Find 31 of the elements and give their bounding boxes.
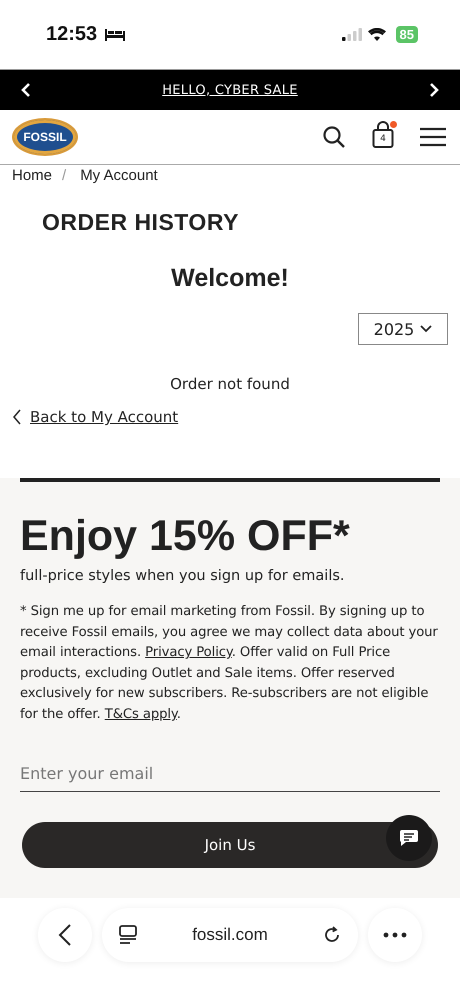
address-bar[interactable]: fossil.com <box>102 908 358 962</box>
url-text: fossil.com <box>192 925 268 945</box>
email-field[interactable]: Enter your email <box>20 758 440 792</box>
promo-link[interactable]: HELLO, CYBER SALE <box>162 82 298 98</box>
welcome-heading: Welcome! <box>170 264 290 293</box>
back-link[interactable]: Back to My Account <box>30 408 178 426</box>
wifi-icon <box>368 28 386 41</box>
promo-headline: Enjoy 15% OFF* <box>20 511 351 562</box>
chat-bubble-icon <box>399 829 419 847</box>
menu-icon[interactable] <box>420 127 446 147</box>
join-button[interactable]: Join Us <box>22 822 438 868</box>
tabs-icon[interactable] <box>118 925 138 945</box>
logo[interactable]: FOSSIL <box>12 118 78 156</box>
back-chevron-icon[interactable] <box>12 409 22 425</box>
battery-level: 85 <box>396 26 418 43</box>
breadcrumb-separator: / <box>62 166 66 184</box>
search-icon[interactable] <box>322 125 346 149</box>
year-select[interactable]: 2025 <box>358 313 448 345</box>
legal-link[interactable]: Privacy Policy <box>145 645 232 660</box>
signal-icon <box>342 28 362 41</box>
promo-subtitle: full-price styles when you sign up for emails. <box>20 568 346 584</box>
more-dots-icon <box>383 932 407 938</box>
page-title: ORDER HISTORY <box>42 209 240 236</box>
chevron-down-icon <box>420 325 432 333</box>
legal-text: * Sign me up for email marketing from Fossil. By signing up to receive Fossil emails, you agree we may collect data about your email interactions. Privacy Policy. Offer valid on Full Price products, excluding Outlet and Sale items. Offer reserved exclusively for new subscribers. Re-subscribers are not eligible for the offer. T&Cs apply. <box>20 603 439 724</box>
bed-icon <box>105 28 126 40</box>
status-time: 12:53 <box>46 23 98 46</box>
empty-message: Order not found <box>169 375 291 393</box>
breadcrumb-link[interactable]: Home <box>12 166 52 184</box>
legal-link[interactable]: T&Cs apply <box>104 706 177 722</box>
breadcrumb-link[interactable]: My Account <box>80 166 158 184</box>
